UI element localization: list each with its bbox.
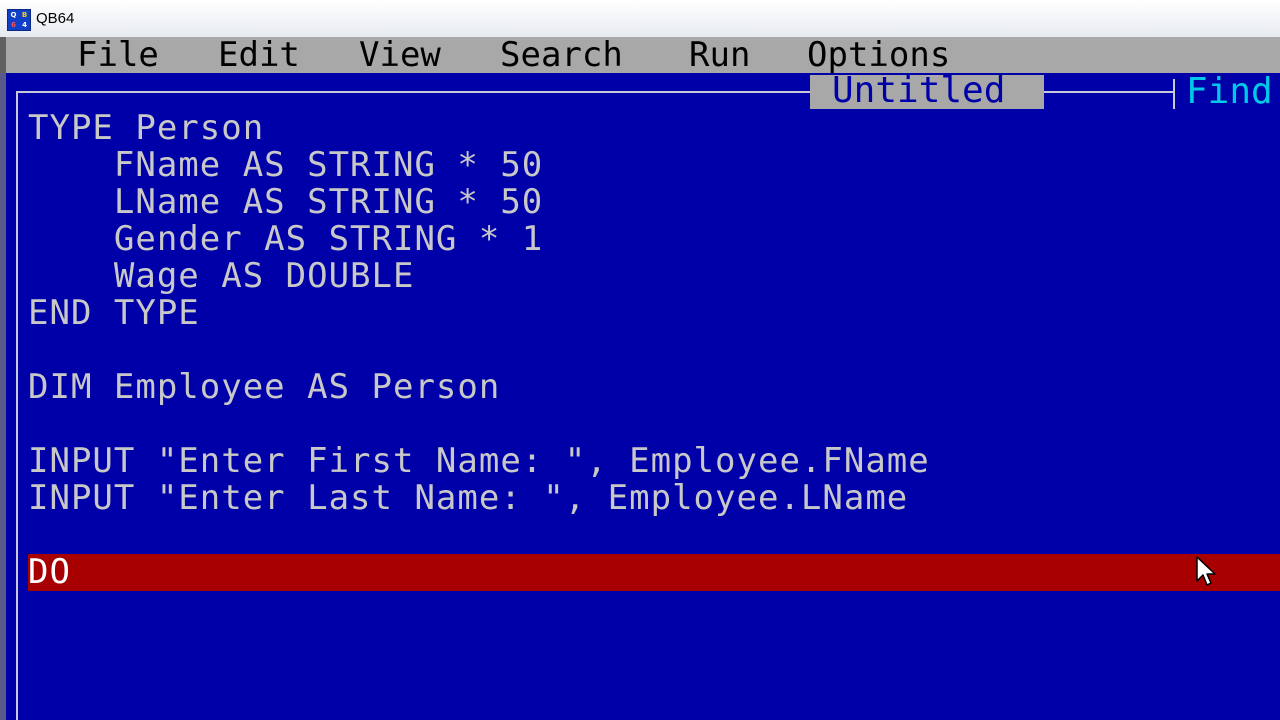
menu-bar: File Edit View Search Run Options [0, 37, 1280, 73]
current-line-highlight [28, 554, 1280, 591]
menu-edit[interactable]: Edit [218, 38, 300, 72]
code-editor[interactable]: Untitled Find TYPE Person FName AS STRIN… [0, 73, 1280, 720]
find-field-label[interactable]: Find [1186, 74, 1273, 110]
code-line-10[interactable]: INPUT "Enter First Name: ", Employee.FNa… [28, 443, 930, 479]
code-line-6[interactable]: END TYPE [28, 295, 200, 331]
menu-run[interactable]: Run [689, 38, 750, 72]
find-divider [1173, 79, 1175, 109]
menu-file[interactable]: File [77, 38, 159, 72]
icon-digit-4: 4 [22, 21, 27, 29]
editor-frame-top-right [1044, 91, 1174, 93]
icon-letter-q: Q [10, 11, 17, 19]
document-title: Untitled [832, 70, 1006, 111]
qb64-window: Q B 6 4 QB64 File Edit View Search Run O… [0, 0, 1280, 720]
editor-frame-top [16, 91, 810, 93]
menu-bar-edge [0, 37, 6, 73]
icon-digit-6: 6 [11, 21, 16, 29]
editor-left-edge [0, 73, 6, 720]
code-line-3[interactable]: LName AS STRING * 50 [28, 184, 543, 220]
mouse-pointer-icon [1196, 556, 1216, 586]
code-line-11[interactable]: INPUT "Enter Last Name: ", Employee.LNam… [28, 480, 908, 516]
code-line-1[interactable]: TYPE Person [28, 110, 264, 146]
menu-search[interactable]: Search [500, 38, 623, 72]
window-titlebar: Q B 6 4 QB64 [0, 0, 1280, 38]
menu-view[interactable]: View [359, 38, 441, 72]
editor-frame-left [16, 91, 18, 720]
code-line-8[interactable]: DIM Employee AS Person [28, 369, 500, 405]
qb64-app-icon: Q B 6 4 [7, 9, 31, 31]
menu-options[interactable]: Options [807, 38, 950, 72]
window-title: QB64 [36, 10, 75, 27]
code-line-2[interactable]: FName AS STRING * 50 [28, 147, 543, 183]
icon-letter-b: B [21, 11, 28, 19]
code-line-4[interactable]: Gender AS STRING * 1 [28, 221, 543, 257]
code-line-13-current[interactable]: DO [28, 554, 71, 590]
code-line-5[interactable]: Wage AS DOUBLE [28, 258, 414, 294]
